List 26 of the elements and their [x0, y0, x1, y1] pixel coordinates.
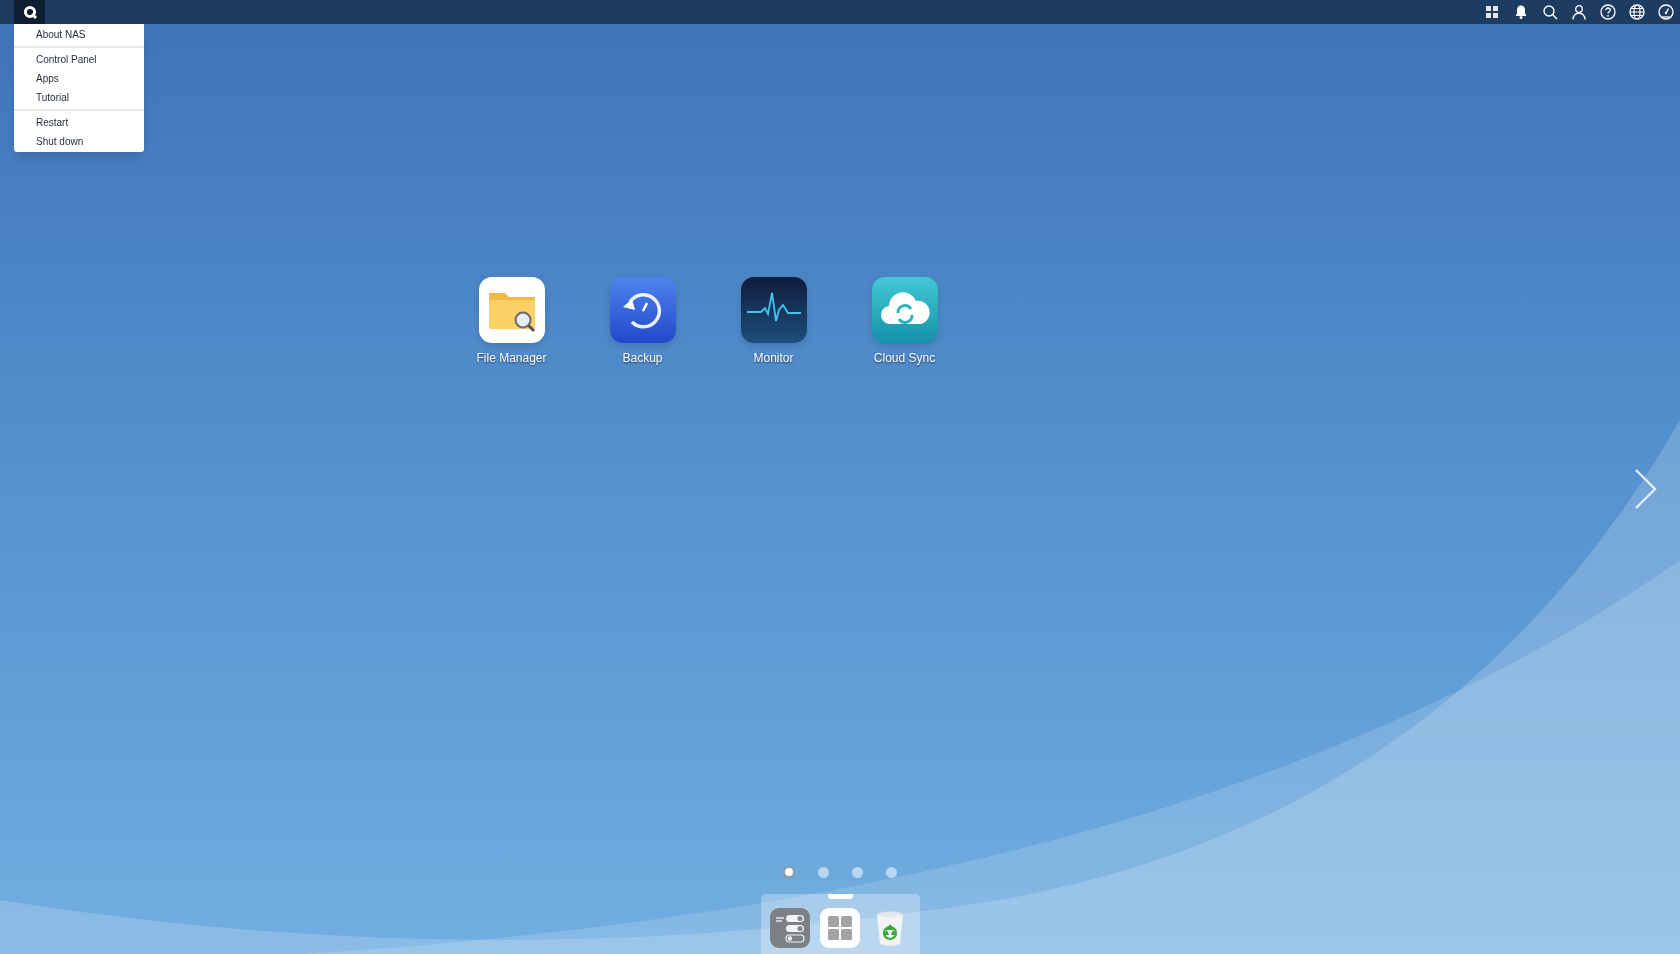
app-label[interactable]: Monitor [753, 349, 794, 367]
main-menu-button[interactable] [14, 0, 45, 24]
cloud-sync-icon [871, 277, 938, 343]
app-label[interactable]: Cloud Sync [873, 349, 936, 367]
settings-toggles-icon[interactable] [770, 908, 810, 948]
heartbeat-monitor-icon [740, 277, 807, 343]
dock-handle[interactable] [827, 894, 853, 899]
menu-item[interactable]: Apps [14, 69, 144, 88]
search-icon[interactable] [1542, 4, 1558, 20]
globe-icon[interactable] [1629, 4, 1645, 20]
backup-clock-icon [609, 277, 676, 343]
menu-item[interactable]: Tutorial [14, 88, 144, 107]
menu-item[interactable]: Restart [14, 113, 144, 132]
app-label[interactable]: File Manager [476, 349, 547, 367]
menu-item[interactable]: Shut down [14, 132, 144, 151]
user-icon[interactable] [1571, 4, 1587, 20]
gauge-icon[interactable] [1658, 4, 1674, 20]
help-icon[interactable] [1600, 4, 1616, 20]
widgets-icon[interactable] [1484, 4, 1500, 20]
menu-item[interactable]: About NAS [14, 25, 144, 44]
logo-icon [22, 5, 37, 19]
folder-magnifier-icon [478, 277, 545, 343]
menu-item[interactable]: Control Panel [14, 50, 144, 69]
notification-bell-icon[interactable] [1513, 4, 1529, 20]
app-label[interactable]: Backup [622, 349, 663, 367]
app-grid-icon[interactable] [820, 908, 860, 948]
